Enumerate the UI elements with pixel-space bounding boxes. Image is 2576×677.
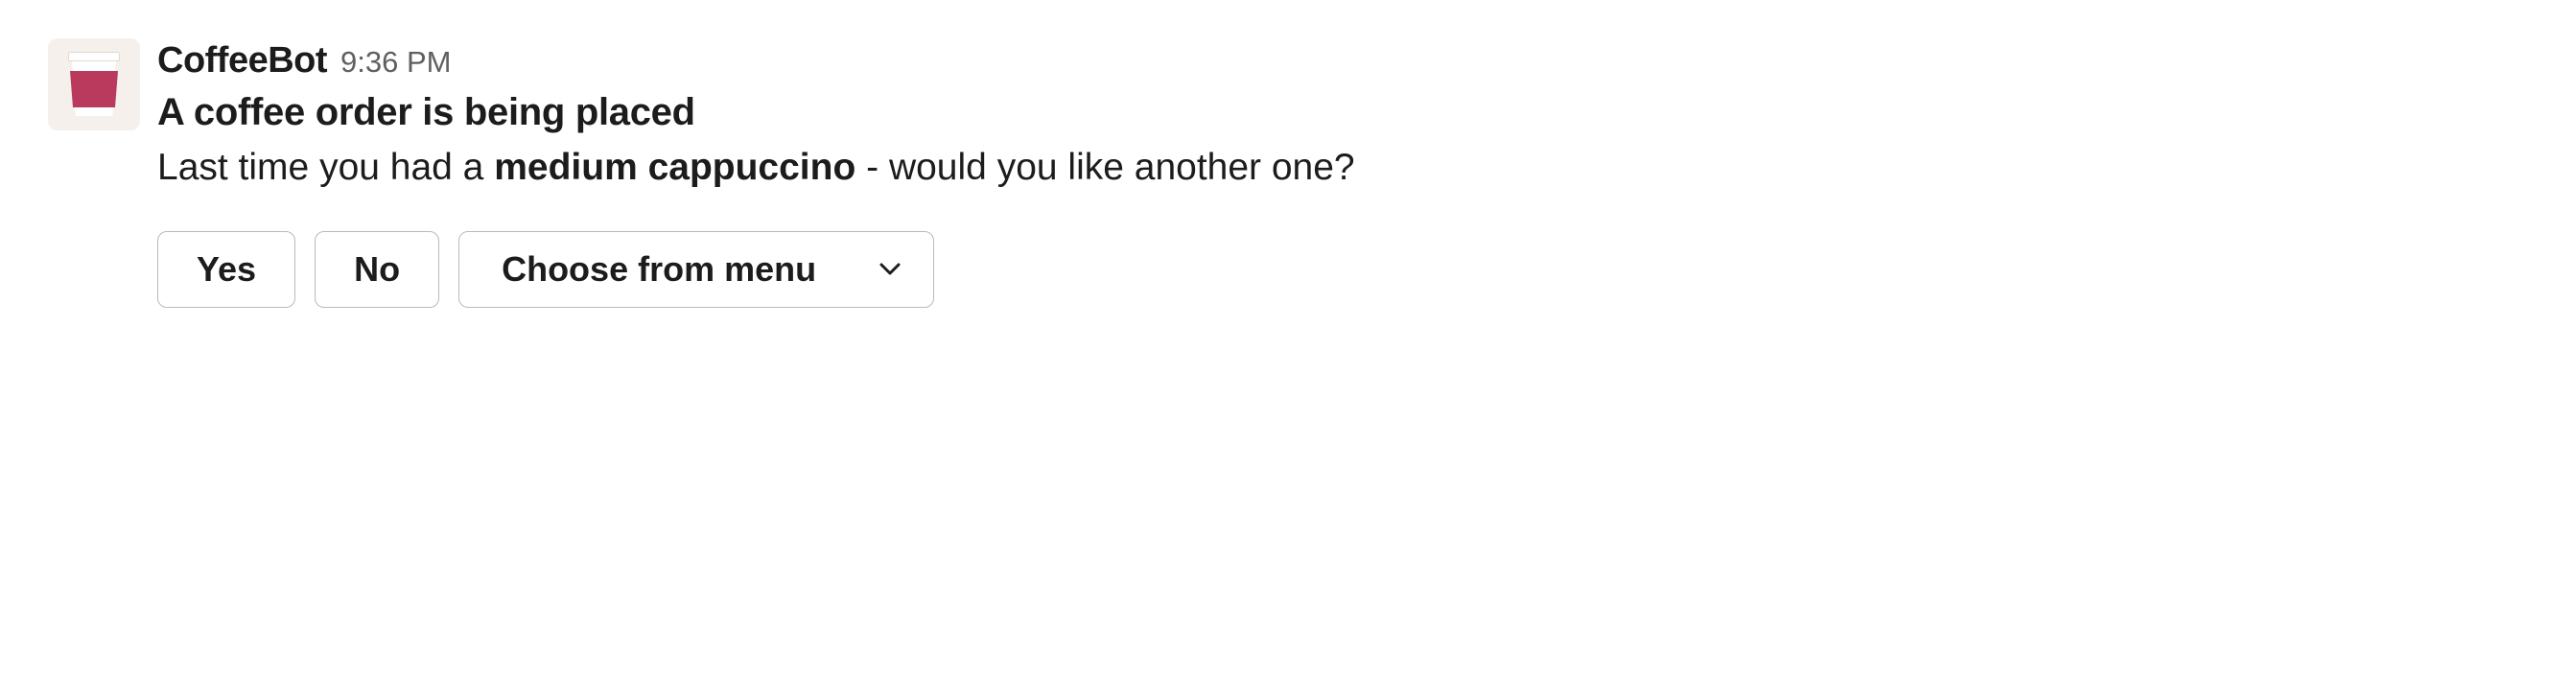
message-body: Last time you had a medium cappuccino - … <box>157 142 2528 195</box>
message-timestamp: 9:36 PM <box>340 45 451 80</box>
message-content: CoffeeBot 9:36 PM A coffee order is bein… <box>157 38 2528 308</box>
chevron-down-icon <box>874 263 906 276</box>
slack-message: CoffeeBot 9:36 PM A coffee order is bein… <box>48 38 2528 308</box>
bot-name: CoffeeBot <box>157 40 327 82</box>
body-prefix: Last time you had a <box>157 147 494 188</box>
body-suffix: - would you like another one? <box>855 147 1354 188</box>
message-actions: Yes No Choose from menu <box>157 231 2528 308</box>
message-header: CoffeeBot 9:36 PM <box>157 40 2528 82</box>
bot-avatar <box>48 38 140 130</box>
menu-select-label: Choose from menu <box>502 249 816 290</box>
message-title: A coffee order is being placed <box>157 91 2528 134</box>
coffee-cup-icon <box>66 52 122 117</box>
menu-select[interactable]: Choose from menu <box>458 231 934 308</box>
no-button[interactable]: No <box>315 231 439 308</box>
body-emphasis: medium cappuccino <box>494 147 855 188</box>
yes-button[interactable]: Yes <box>157 231 295 308</box>
